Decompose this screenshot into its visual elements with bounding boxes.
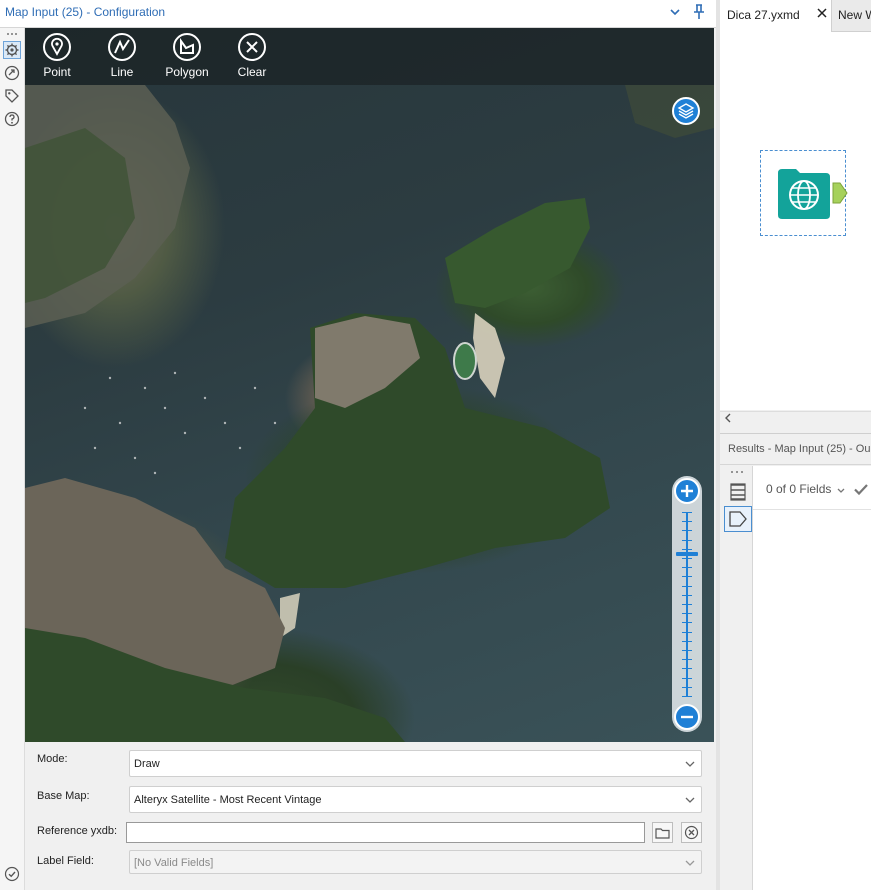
clear-tool-label: Clear [237, 65, 267, 79]
annotation-icon[interactable] [3, 64, 21, 82]
chevron-down-icon[interactable] [668, 4, 682, 20]
line-tool-label: Line [110, 65, 134, 79]
satellite-imagery [25, 85, 714, 742]
config-side-strip [0, 28, 25, 890]
basemap-value: Alteryx Satellite - Most Recent Vintage [134, 794, 322, 806]
tag-icon[interactable] [3, 87, 21, 105]
chevron-down-icon [685, 797, 695, 803]
globe-icon[interactable] [778, 167, 830, 219]
zoom-tick [682, 650, 692, 651]
line-tool-button[interactable]: Line [95, 32, 149, 84]
results-grid [753, 466, 871, 890]
tab-dica-27-label: Dica 27.yxmd [727, 8, 800, 22]
mode-select[interactable]: Draw [129, 750, 702, 777]
map-pin-icon [43, 33, 71, 61]
zoom-tick [682, 558, 692, 559]
zoom-tick [682, 696, 692, 697]
zoom-tick [682, 576, 692, 578]
zoom-tick [682, 567, 692, 569]
browse-folder-button[interactable] [652, 822, 673, 843]
zoom-out-button[interactable] [674, 704, 700, 730]
reference-yxdb-input[interactable] [126, 822, 645, 843]
check-circle-icon [4, 866, 20, 882]
zoom-tick [682, 604, 692, 605]
point-tool-label: Point [43, 65, 71, 79]
clear-tool-button[interactable]: Clear [225, 32, 279, 84]
pin-icon[interactable] [690, 2, 708, 22]
layers-button[interactable] [672, 97, 700, 125]
zoom-in-button[interactable] [674, 478, 700, 504]
grip-icon [7, 33, 17, 35]
label-field-label: Label Field: [37, 855, 94, 867]
chevron-down-icon[interactable] [836, 484, 846, 494]
help-icon[interactable] [3, 110, 21, 128]
mode-label: Mode: [37, 753, 68, 765]
config-panel-title: Map Input (25) - Configuration [5, 5, 166, 19]
zoom-tick [682, 521, 692, 523]
clear-reference-button[interactable] [681, 822, 702, 843]
polygon-tool-button[interactable]: Polygon [160, 32, 214, 84]
zoom-tick [682, 640, 692, 642]
zoom-tick [682, 548, 692, 550]
map-draw-toolbar: Point Line Polygon Clear [25, 28, 714, 85]
results-title: Results - Map Input (25) - Ou [728, 443, 871, 455]
canvas-horizontal-scrollbar[interactable] [720, 411, 871, 429]
close-circle-icon [238, 33, 266, 61]
close-circle-icon [684, 825, 699, 840]
table-view-icon[interactable] [727, 480, 749, 502]
reference-yxdb-label: Reference yxdb: [37, 825, 118, 837]
tab-new-workflow[interactable]: New W [838, 8, 871, 22]
label-field-value: [No Valid Fields] [134, 857, 214, 869]
zoom-tick [682, 585, 692, 587]
zoom-tick [682, 613, 692, 615]
zoom-control [672, 476, 702, 732]
minus-icon [681, 715, 693, 719]
fields-count[interactable]: 0 of 0 Fields [766, 482, 831, 496]
label-field-select: [No Valid Fields] [129, 850, 702, 874]
zoom-tick [682, 668, 692, 670]
zoom-tick [682, 631, 692, 633]
zoom-tick [682, 622, 692, 624]
chevron-down-icon [685, 860, 695, 866]
polygon-icon [173, 33, 201, 61]
gear-icon[interactable] [3, 41, 21, 59]
zoom-tick [682, 659, 692, 661]
line-icon [108, 33, 136, 61]
map-view[interactable]: Point Line Polygon Clear [25, 28, 714, 742]
zoom-tick [682, 677, 692, 679]
scroll-left-icon[interactable] [724, 413, 732, 426]
chevron-down-icon [685, 761, 695, 767]
zoom-tick [682, 594, 692, 596]
close-tab-icon[interactable] [815, 6, 829, 20]
grip-icon [731, 471, 743, 473]
basemap-select[interactable]: Alteryx Satellite - Most Recent Vintage [129, 786, 702, 813]
config-form: Mode: Draw Base Map: Alteryx Satellite -… [25, 743, 714, 890]
zoom-tick [682, 530, 692, 532]
checkmark-icon[interactable] [852, 480, 870, 498]
plus-icon [681, 485, 693, 497]
zoom-tick [682, 539, 692, 541]
zoom-tick [682, 512, 692, 513]
layers-icon [677, 103, 695, 119]
point-tool-button[interactable]: Point [30, 32, 84, 84]
output-anchor-icon[interactable] [832, 182, 848, 204]
mode-value: Draw [134, 758, 160, 770]
polygon-tool-label: Polygon [165, 65, 209, 79]
zoom-tick [682, 686, 692, 688]
metadata-view-icon[interactable] [724, 506, 752, 532]
folder-icon [655, 828, 670, 839]
zoom-slider-thumb[interactable] [676, 552, 698, 557]
basemap-label: Base Map: [37, 790, 90, 802]
